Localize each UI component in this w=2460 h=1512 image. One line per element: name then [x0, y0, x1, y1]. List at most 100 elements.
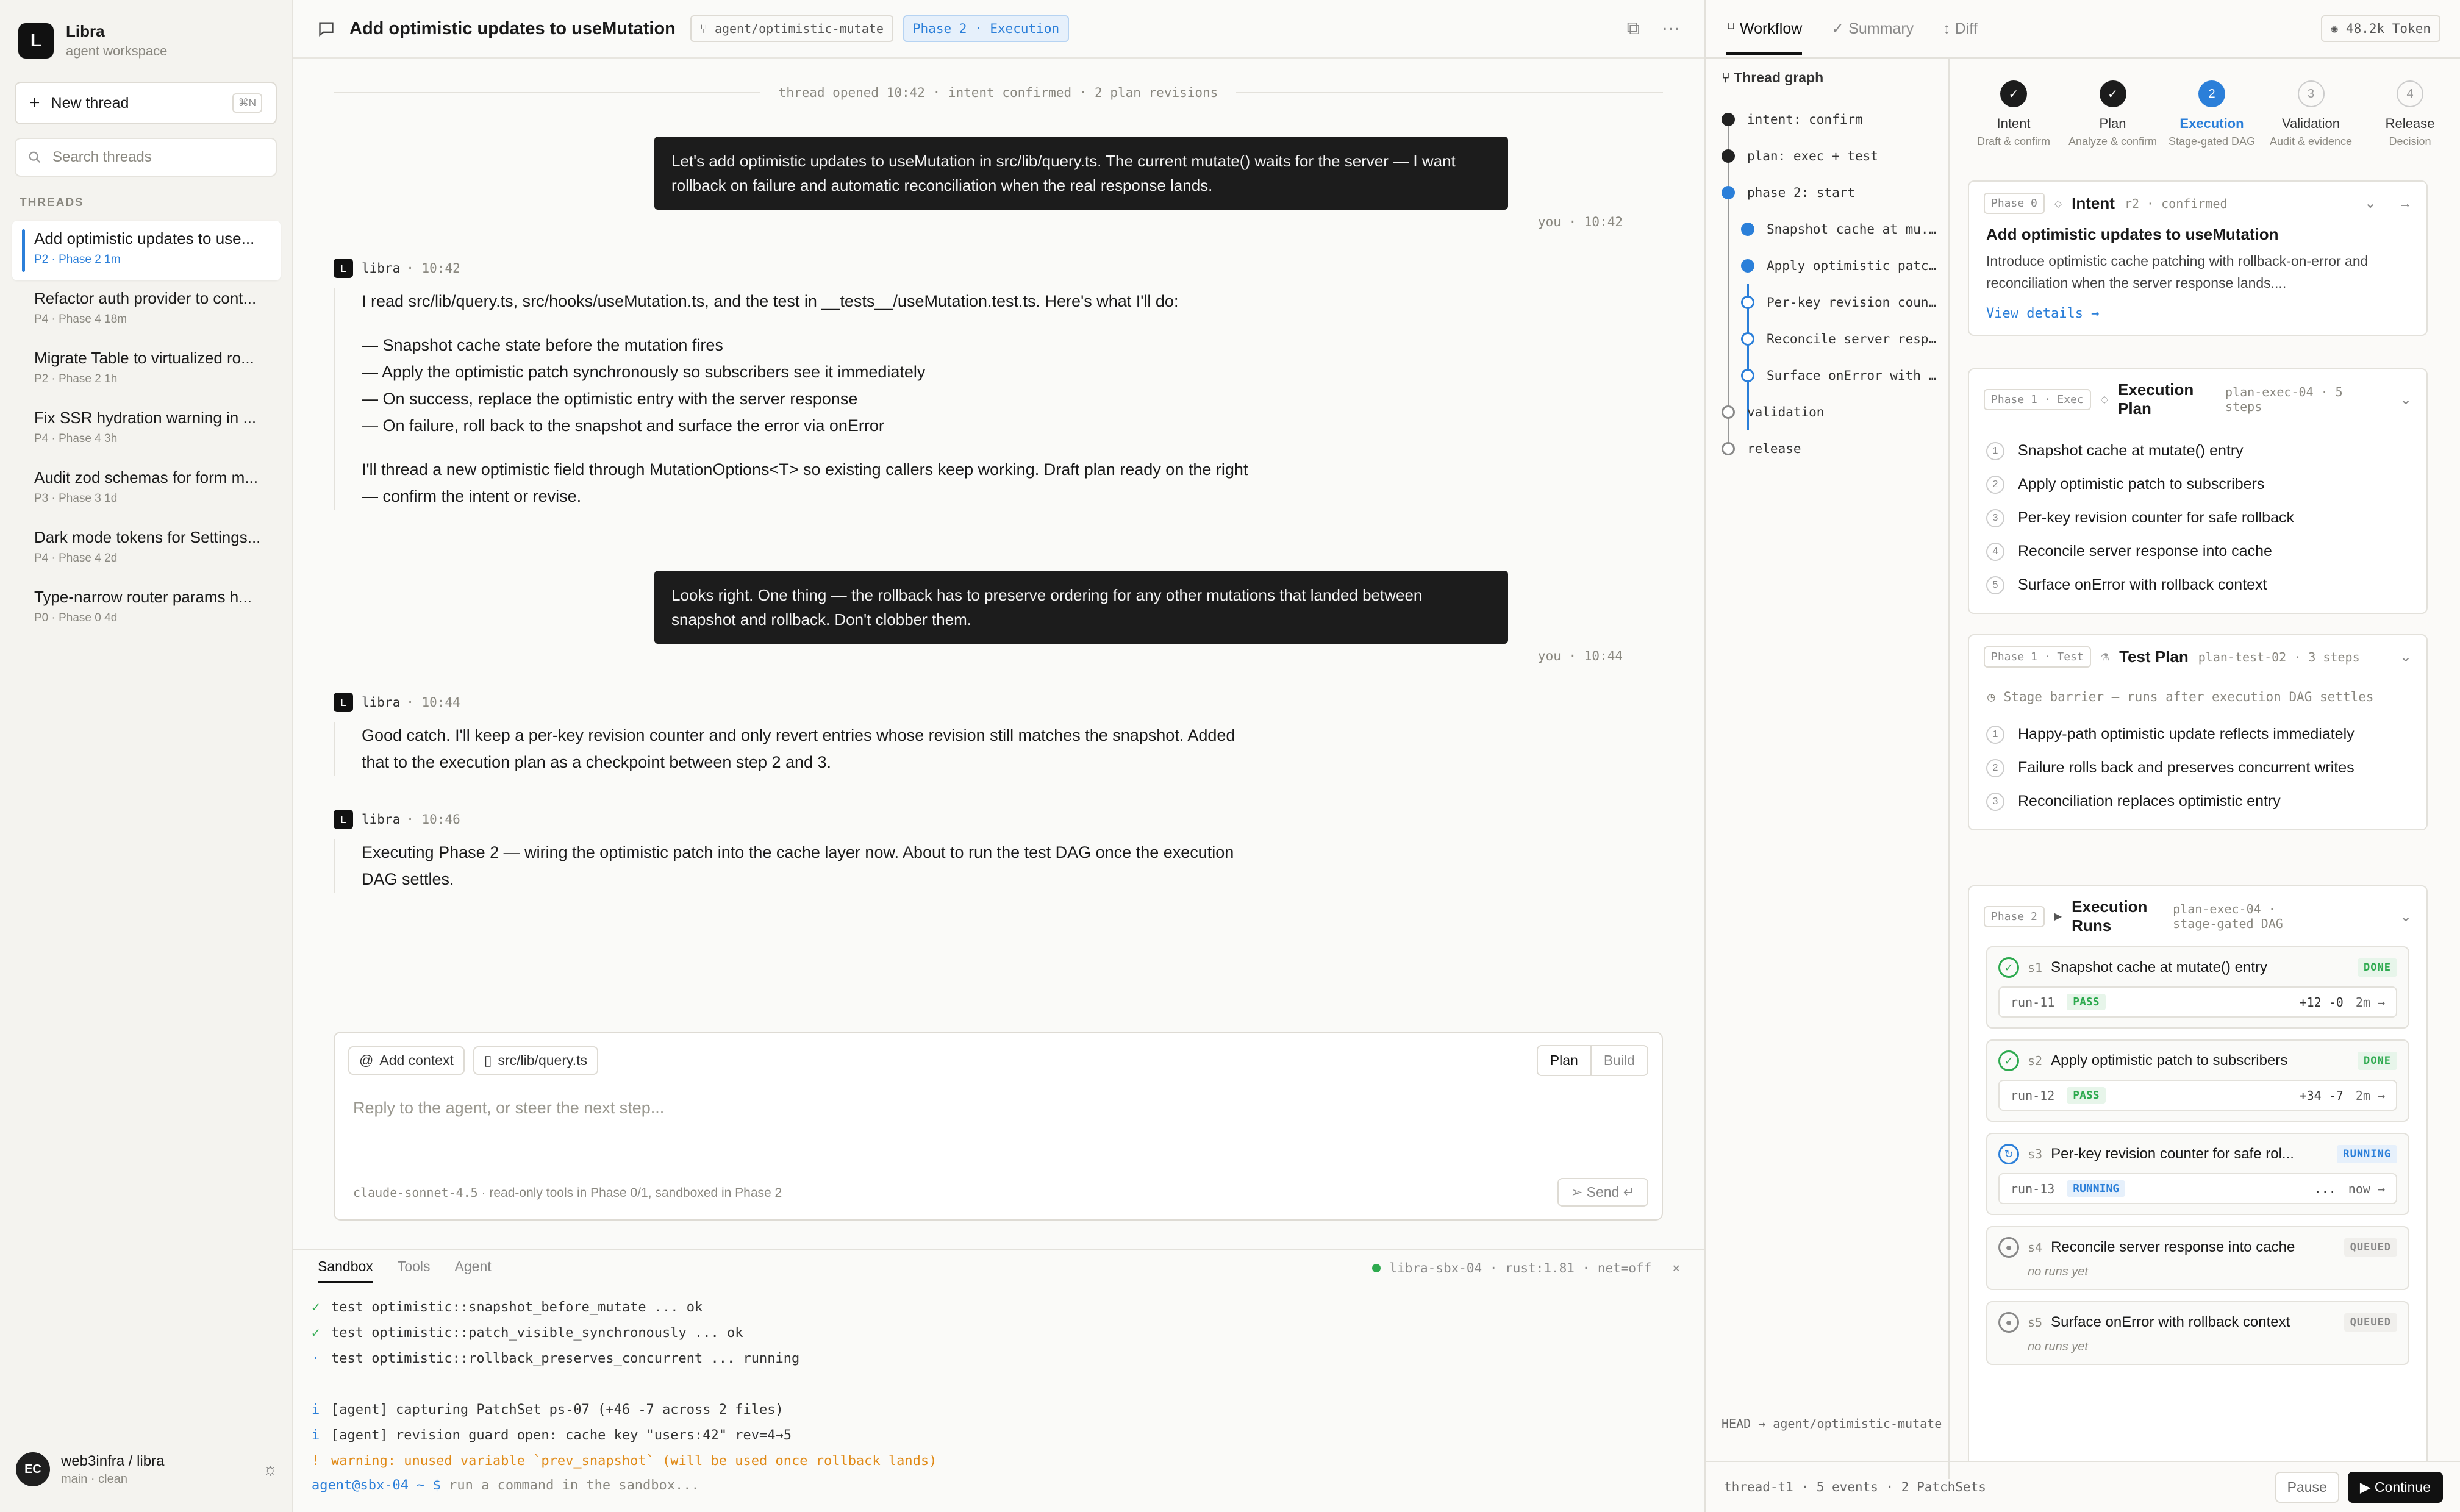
- test-step[interactable]: 3 Reconciliation replaces optimistic entr…: [1986, 785, 2409, 818]
- user-message: Looks right. One thing — the rollback ha…: [654, 571, 1508, 644]
- spinner-icon: ↻: [1998, 1144, 2019, 1164]
- search-input[interactable]: Search threads: [15, 138, 277, 177]
- run-step[interactable]: ● s5 Surface onError with rollback context…: [1986, 1301, 2409, 1365]
- plan-step[interactable]: 1 Snapshot cache at mutate() entry: [1986, 434, 2409, 468]
- pause-button[interactable]: Pause: [2275, 1471, 2339, 1503]
- graph-node[interactable]: intent: confirm: [1722, 101, 1941, 138]
- run-step[interactable]: ✓ s2 Apply optimistic patch to subscribers…: [1986, 1040, 2409, 1122]
- chevron-down-icon[interactable]: ⌄: [2364, 194, 2376, 212]
- close-icon[interactable]: ×: [1672, 1261, 1680, 1275]
- step-plan[interactable]: ✓ Plan Analyze & confirm: [2067, 80, 2159, 148]
- node-dot-icon: [1741, 223, 1754, 236]
- reply-input[interactable]: Reply to the agent, or steer the next st…: [353, 1099, 664, 1118]
- run-step[interactable]: ✓ s1 Snapshot cache at mutate() entry DONE …: [1986, 946, 2409, 1029]
- chevron-down-icon[interactable]: ⌄: [2400, 908, 2412, 925]
- run-row[interactable]: run-12 PASS +34 -7 2m →: [1998, 1080, 2397, 1111]
- graph-node[interactable]: release: [1722, 430, 1941, 467]
- send-button[interactable]: ➢ Send ↵: [1557, 1178, 1648, 1207]
- arrow-right-icon[interactable]: →: [2398, 196, 2412, 212]
- intent-description: Introduce optimistic cache patching with…: [1986, 253, 2369, 291]
- check-icon: ✓: [2000, 80, 2027, 107]
- test-step[interactable]: 2 Failure rolls back and preserves concur…: [1986, 751, 2409, 785]
- play-icon: ▶: [2054, 911, 2062, 922]
- chevron-down-icon[interactable]: ⌄: [2400, 391, 2412, 408]
- step-release[interactable]: 4 Release Decision: [2364, 80, 2456, 148]
- thread-item[interactable]: Dark mode tokens for Settings... P4 · Pha…: [12, 519, 281, 579]
- theme-toggle-icon[interactable]: ☼: [262, 1460, 278, 1479]
- plan-step-label: Per-key revision counter for safe rollba…: [2018, 509, 2294, 526]
- copy-icon[interactable]: ⧉: [1627, 18, 1640, 40]
- thread-item[interactable]: Refactor auth provider to cont... P4 · Ph…: [12, 280, 281, 340]
- graph-node[interactable]: validation: [1722, 394, 1941, 430]
- send-label: Send ↵: [1586, 1184, 1635, 1200]
- add-context-button[interactable]: @ Add context: [348, 1046, 465, 1075]
- tab-diff[interactable]: ↕ Diff: [1943, 20, 1978, 38]
- model-selector[interactable]: claude-sonnet-4.5: [353, 1185, 478, 1200]
- run-step[interactable]: ↻ s3 Per-key revision counter for safe rol…: [1986, 1133, 2409, 1215]
- mode-build-button[interactable]: Build: [1592, 1046, 1647, 1075]
- sandbox-info: libra-sbx-04 · rust:1.81 · net=off: [1389, 1261, 1652, 1275]
- composer: @ Add context ▯ src/lib/query.ts Plan Buil…: [334, 1032, 1663, 1221]
- thread-item[interactable]: Fix SSR hydration warning in ... P4 · Pha…: [12, 400, 281, 460]
- thread-meta: P4 · Phase 4 2d: [34, 552, 118, 565]
- graph-node[interactable]: Reconcile server resp...: [1722, 321, 1941, 357]
- new-thread-label: New thread: [51, 94, 129, 112]
- tab-tools[interactable]: Tools: [398, 1258, 431, 1283]
- graph-node[interactable]: Snapshot cache at mu...: [1722, 211, 1941, 248]
- view-details-link[interactable]: View details →: [1969, 300, 2426, 335]
- chevron-down-icon[interactable]: ⌄: [2400, 648, 2412, 666]
- new-thread-button[interactable]: + New thread ⌘N: [15, 82, 277, 124]
- run-row[interactable]: run-13 RUNNING... now →: [1998, 1173, 2397, 1204]
- plan-step[interactable]: 5 Surface onError with rollback context: [1986, 568, 2409, 602]
- step-desc: Stage-gated DAG: [2168, 135, 2256, 148]
- step-validation[interactable]: 3 Validation Audit & evidence: [2265, 80, 2357, 148]
- graph-node[interactable]: Surface onError with r...: [1722, 357, 1941, 394]
- add-context-label: Add context: [379, 1052, 454, 1068]
- graph-node[interactable]: Apply optimistic patch...: [1722, 248, 1941, 284]
- run-time: 2m →: [2355, 994, 2385, 1010]
- phase-tag: Phase 1 · Test: [1984, 646, 2091, 668]
- tab-workflow[interactable]: ⑂ Workflow: [1726, 3, 1803, 55]
- card-title: Intent: [2072, 194, 2115, 212]
- graph-node[interactable]: phase 2: start: [1722, 174, 1941, 211]
- mode-plan-button[interactable]: Plan: [1537, 1046, 1592, 1075]
- step-intent[interactable]: ✓ Intent Draft & confirm: [1968, 80, 2059, 148]
- continue-button[interactable]: ▶ Continue: [2347, 1471, 2443, 1503]
- send-icon: ➢: [1570, 1184, 1587, 1200]
- line-marker: ✓: [312, 1325, 320, 1341]
- branch-icon: ⑂: [699, 21, 715, 36]
- workspace-status: main · clean: [61, 1472, 127, 1486]
- node-dot-icon: [1722, 113, 1735, 126]
- agent-bullet: — Apply the optimistic patch synchronous…: [362, 363, 926, 381]
- plan-step[interactable]: 4 Reconcile server response into cache: [1986, 535, 2409, 568]
- run-step[interactable]: ● s4 Reconcile server response into cache Q…: [1986, 1226, 2409, 1290]
- check-circle-icon: ✓: [1998, 957, 2019, 978]
- step-execution[interactable]: 2 Execution Stage-gated DAG: [2166, 80, 2258, 148]
- plan-step-label: Snapshot cache at mutate() entry: [2018, 442, 2244, 459]
- clock-icon: ◷: [1987, 690, 1995, 704]
- node-dot-icon: [1722, 149, 1735, 163]
- graph-node-label: validation: [1747, 405, 1825, 419]
- agent-text: I read src/lib/query.ts, src/hooks/useMu…: [362, 292, 1179, 310]
- run-row[interactable]: run-11 PASS +12 -0 2m →: [1998, 986, 2397, 1018]
- graph-node[interactable]: plan: exec + test: [1722, 138, 1941, 174]
- graph-node[interactable]: Per-key revision count...: [1722, 284, 1941, 321]
- plan-step[interactable]: 2 Apply optimistic patch to subscribers: [1986, 468, 2409, 501]
- branch-badge[interactable]: ⑂ agent/optimistic-mutate: [690, 15, 893, 42]
- plan-step[interactable]: 3 Per-key revision counter for safe rollb…: [1986, 501, 2409, 535]
- thread-meta: P3 · Phase 3 1d: [34, 492, 118, 505]
- brand: L Libra agent workspace: [18, 22, 167, 59]
- tab-summary[interactable]: ✓ Summary: [1831, 20, 1914, 38]
- thread-item[interactable]: Migrate Table to virtualized ro... P2 · P…: [12, 340, 281, 400]
- tab-sandbox[interactable]: Sandbox: [318, 1258, 373, 1283]
- test-step[interactable]: 1 Happy-path optimistic update reflects i…: [1986, 718, 2409, 751]
- thread-item[interactable]: Add optimistic updates to use... P2 · Pha…: [12, 221, 281, 280]
- more-icon[interactable]: ⋯: [1662, 18, 1680, 40]
- tab-agent[interactable]: Agent: [455, 1258, 492, 1283]
- thread-item[interactable]: Type-narrow router params h... P0 · Phase…: [12, 579, 281, 639]
- terminal-input[interactable]: agent@sbx-04 ~ $ run a command in the sa…: [312, 1478, 699, 1493]
- agent-name: libra: [362, 812, 401, 827]
- workspace-switcher[interactable]: EC web3infra / libra main · clean ☼: [16, 1452, 278, 1486]
- file-chip[interactable]: ▯ src/lib/query.ts: [473, 1046, 599, 1075]
- thread-item[interactable]: Audit zod schemas for form m... P3 · Phas…: [12, 460, 281, 519]
